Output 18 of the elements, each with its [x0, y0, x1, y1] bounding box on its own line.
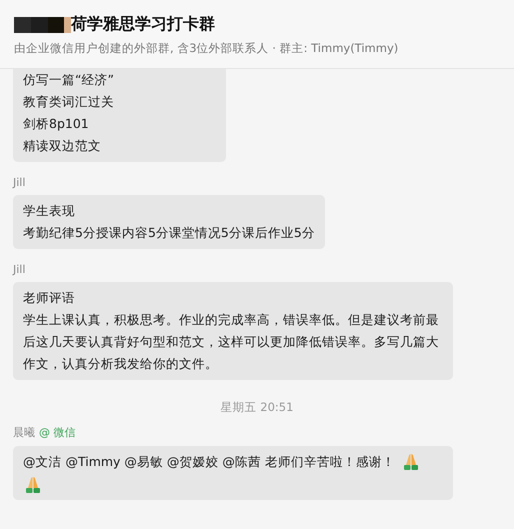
praying-hands-icon — [23, 475, 43, 495]
message-text: 考勤纪律5分授课内容5分课堂情况5分课后作业5分 — [23, 224, 315, 242]
message-text: 剑桥8p101 — [23, 115, 90, 133]
timestamp: 星期五 20:51 — [220, 400, 294, 415]
message-text: @文洁 @Timmy @易敏 @贺嫒姣 @陈茜 老师们辛苦啦！感谢！ — [23, 453, 395, 471]
group-title: 荷学雅思学习打卡群 — [71, 14, 215, 35]
sender-name: Jill — [13, 176, 26, 189]
message-text: 老师评语 — [23, 289, 76, 307]
sender-name: 晨曦 — [13, 425, 35, 440]
message-text: 教育类词汇过关 — [23, 93, 115, 111]
message-text: 仿写一篇“经济” — [23, 71, 115, 89]
message-text: 学生表现 — [23, 202, 76, 220]
message-text: 学生上课认真，积极思考。作业的完成率高，错误率低。但是建议考前最后这几天要认真背好句型和范文，这样可以更加降低错误率。多写几篇大作文，认真分析我发给你的文件。 — [23, 311, 440, 373]
message-text: 精读双边范文 — [23, 137, 102, 155]
group-info: 由企业微信用户创建的外部群, 含3位外部联系人 · 群主: Timmy(Timmy) — [14, 41, 400, 56]
sender-name: Jill — [13, 263, 26, 276]
redaction-block — [14, 16, 71, 32]
sender-source: @ 微信 — [39, 425, 76, 440]
